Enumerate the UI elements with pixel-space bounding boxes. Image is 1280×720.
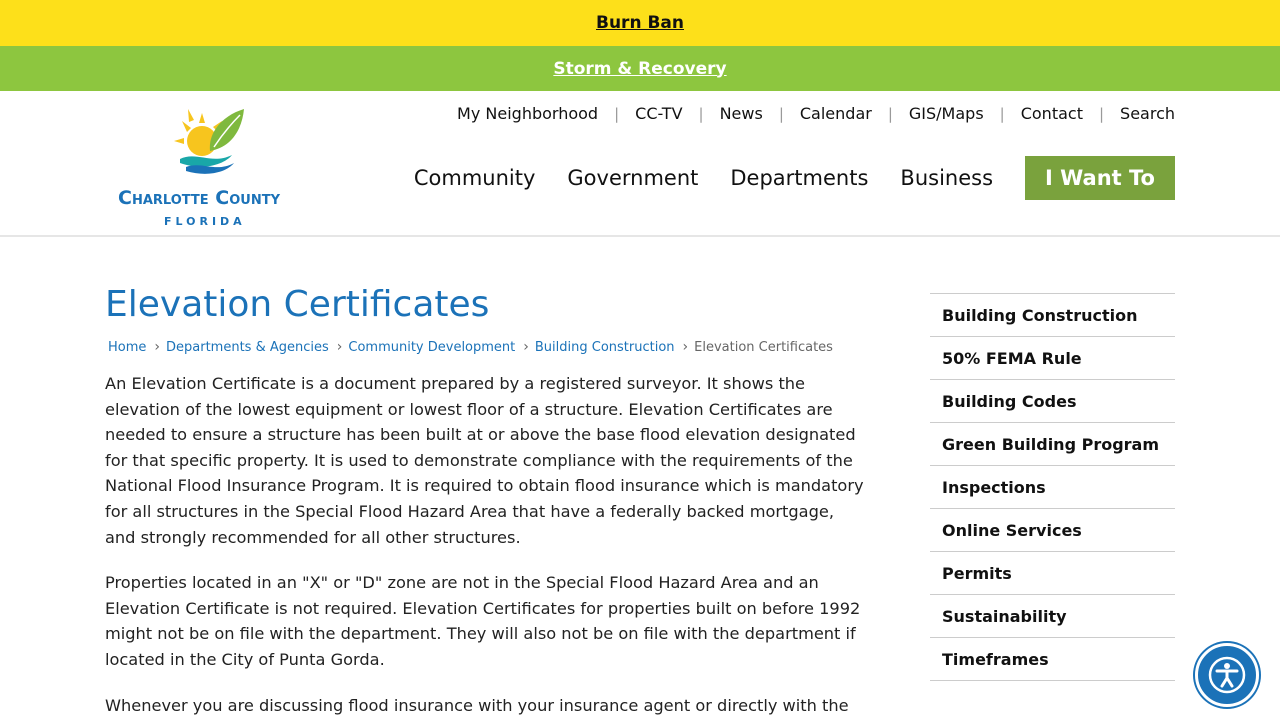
nav-separator: | (1098, 104, 1105, 123)
nav-separator: | (698, 104, 704, 123)
sidebar-item-timeframes[interactable]: Timeframes (930, 638, 1175, 681)
sidebar-item-online-services[interactable]: Online Services (930, 509, 1175, 552)
breadcrumb-community-development[interactable]: Community Development (348, 340, 515, 355)
breadcrumb: Home › Departments & Agencies › Communit… (105, 339, 865, 355)
storm-recovery-alert: Storm & Recovery (0, 46, 1280, 91)
paragraph: Properties located in an "X" or "D" zone… (105, 573, 861, 669)
burn-ban-alert: Burn Ban (0, 0, 1280, 46)
chevron-right-icon: › (154, 339, 160, 355)
sun-leaf-logo-icon (174, 109, 244, 174)
sidebar-nav: Building Construction 50% FEMA Rule Buil… (930, 293, 1175, 681)
chevron-right-icon: › (523, 339, 529, 355)
breadcrumb-current: Elevation Certificates (694, 339, 833, 355)
chevron-right-icon: › (682, 339, 689, 355)
utility-nav: My Neighborhood | CC-TV | News | Calenda… (457, 104, 1175, 123)
breadcrumb-departments[interactable]: Departments & Agencies (166, 340, 329, 355)
util-nav-cc-tv[interactable]: CC-TV (635, 104, 682, 123)
accessibility-button[interactable] (1195, 643, 1259, 707)
logo-state: FLORIDA (164, 215, 246, 228)
sidebar-item-green-building[interactable]: Green Building Program (930, 423, 1175, 466)
nav-separator: | (887, 104, 893, 123)
sidebar-item-sustainability[interactable]: Sustainability (930, 595, 1175, 638)
main-content: Elevation Certificates Home › Department… (105, 284, 865, 718)
charlotte-county-logo[interactable]: Charlotte County FLORIDA (114, 107, 310, 228)
util-nav-contact[interactable]: Contact (1021, 104, 1083, 123)
util-nav-news[interactable]: News (720, 104, 763, 123)
sidebar-item-building-construction[interactable]: Building Construction (930, 294, 1175, 337)
util-nav-search[interactable]: Search (1120, 104, 1175, 123)
nav-separator: | (778, 104, 784, 123)
main-nav-government[interactable]: Government (567, 166, 698, 190)
chevron-right-icon: › (336, 339, 343, 355)
sidebar-item-fema-rule[interactable]: 50% FEMA Rule (930, 337, 1175, 380)
main-nav-community[interactable]: Community (414, 166, 536, 190)
page-title: Elevation Certificates (105, 284, 490, 325)
main-nav-departments[interactable]: Departments (730, 166, 868, 190)
nav-separator: | (999, 104, 1005, 123)
main-nav: Community Government Departments Busines… (382, 156, 1175, 200)
util-nav-calendar[interactable]: Calendar (800, 104, 872, 123)
logo-name: Charlotte County (118, 187, 281, 209)
nav-separator: | (614, 104, 620, 123)
site-header: Charlotte County FLORIDA My Neighborhood… (0, 91, 1280, 237)
burn-ban-link[interactable]: Burn Ban (596, 13, 684, 33)
util-nav-my-neighborhood[interactable]: My Neighborhood (457, 104, 598, 123)
sidebar-item-inspections[interactable]: Inspections (930, 466, 1175, 509)
paragraph: Whenever you are discussing flood insura… (105, 695, 849, 715)
i-want-to-button[interactable]: I Want To (1025, 156, 1175, 200)
article-body: An Elevation Certificate is a document p… (105, 371, 865, 718)
main-nav-business[interactable]: Business (900, 166, 993, 190)
breadcrumb-building-construction[interactable]: Building Construction (535, 340, 675, 355)
sidebar-item-permits[interactable]: Permits (930, 552, 1175, 595)
sidebar-item-building-codes[interactable]: Building Codes (930, 380, 1175, 423)
paragraph: An Elevation Certificate is a document p… (105, 374, 864, 547)
breadcrumb-home[interactable]: Home (108, 340, 146, 355)
accessibility-icon (1208, 656, 1246, 694)
util-nav-gis-maps[interactable]: GIS/Maps (909, 104, 984, 123)
storm-recovery-link[interactable]: Storm & Recovery (553, 59, 726, 79)
